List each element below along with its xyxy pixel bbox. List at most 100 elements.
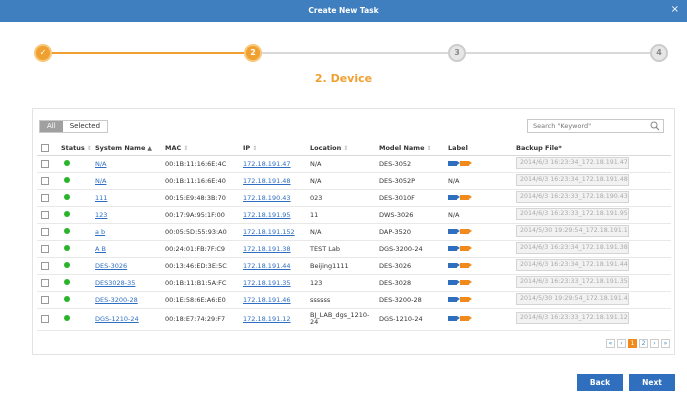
col-mac[interactable]: MAC ⇕: [165, 141, 243, 156]
label-tags[interactable]: [448, 296, 472, 302]
row-checkbox[interactable]: [41, 295, 49, 304]
label-text: N/A: [448, 210, 460, 219]
close-icon[interactable]: ×: [671, 5, 679, 15]
col-label: Label: [448, 141, 516, 156]
label-tags[interactable]: [448, 245, 472, 251]
backup-file-select[interactable]: 2014/6/3 16:23:33_172.18.191.35.cfg: [516, 275, 629, 288]
tab-all[interactable]: All: [40, 121, 63, 132]
row-checkbox[interactable]: [41, 210, 49, 219]
ip-link[interactable]: 172.18.191.152: [243, 228, 295, 236]
ip-link[interactable]: 172.18.191.35: [243, 279, 291, 287]
ip-link[interactable]: 172.18.191.44: [243, 262, 291, 270]
table-row[interactable]: A B 00:24:01:FB:7F:C9 172.18.191.38 TEST…: [37, 240, 671, 258]
row-checkbox[interactable]: [41, 176, 49, 185]
step-2-indicator: 2: [244, 44, 262, 62]
label-tags[interactable]: [448, 279, 472, 285]
mac-cell: 00:17:9A:95:1F:00: [165, 206, 243, 224]
table-row[interactable]: DGS-1210-24 00:18:E7:74:29:F7 172.18.191…: [37, 308, 671, 331]
tab-selected[interactable]: Selected: [62, 121, 108, 132]
system-name-link[interactable]: 123: [95, 211, 107, 219]
row-checkbox[interactable]: [41, 244, 49, 253]
search-icon[interactable]: [650, 121, 660, 131]
orange-tag-icon: [460, 194, 472, 200]
model-cell: DES-3010F: [379, 189, 448, 207]
table-row[interactable]: DES-3200-28 00:1E:58:6E:A6:E0 172.18.191…: [37, 291, 671, 309]
last-page-button[interactable]: »: [661, 339, 670, 348]
next-button[interactable]: Next: [629, 374, 675, 391]
table-row[interactable]: a b 00:05:5D:55:93:A0 172.18.191.152 N/A…: [37, 223, 671, 241]
backup-file-select[interactable]: 2014/5/30 19:29:54_172.18.191.152.cfg: [516, 224, 629, 237]
system-name-link[interactable]: A B: [95, 245, 106, 253]
row-checkbox[interactable]: [41, 315, 49, 323]
col-status[interactable]: Status ⇕: [61, 141, 95, 156]
backup-file-select[interactable]: 2014/6/3 16:23:33_172.18.191.12.cfg: [516, 312, 629, 324]
label-tags[interactable]: [448, 194, 472, 200]
system-name-link[interactable]: N/A: [95, 160, 107, 168]
backup-file-select[interactable]: 2014/6/3 16:23:34_172.18.191.44.cfg: [516, 258, 629, 271]
ip-link[interactable]: 172.18.190.43: [243, 194, 291, 202]
model-cell: DES-3052P: [379, 172, 448, 190]
mac-cell: 00:24:01:FB:7F:C9: [165, 240, 243, 258]
location-cell: TEST Lab: [310, 244, 340, 253]
row-checkbox[interactable]: [41, 227, 49, 236]
page-1-button[interactable]: 1: [628, 339, 637, 348]
table-row[interactable]: 111 00:15:E9:48:3B:70 172.18.190.43 023 …: [37, 189, 671, 207]
backup-file-select[interactable]: 2014/6/3 16:23:34_172.18.191.47.cfg: [516, 156, 629, 169]
row-checkbox[interactable]: [41, 278, 49, 287]
table-header-row: Status ⇕ System Name ▲ MAC ⇕ IP ⇕ Location ⇕ …: [37, 141, 671, 156]
system-name-link[interactable]: 111: [95, 194, 107, 202]
table-row[interactable]: 123 00:17:9A:95:1F:00 172.18.191.95 11 D…: [37, 206, 671, 224]
col-backup-file: Backup File*: [516, 141, 671, 156]
label-text: N/A: [448, 176, 460, 185]
step-4-indicator: 4: [650, 44, 668, 62]
backup-file-select[interactable]: 2014/5/30 19:29:54_172.18.191.46.cfg: [516, 292, 629, 305]
status-online-icon: [64, 315, 70, 321]
status-online-icon: [64, 210, 70, 217]
system-name-link[interactable]: DGS-1210-24: [95, 315, 139, 323]
ip-link[interactable]: 172.18.191.47: [243, 160, 291, 168]
system-name-link[interactable]: a b: [95, 228, 105, 236]
backup-file-select[interactable]: 2014/6/3 16:23:33_172.18.190.43.cfg: [516, 190, 629, 203]
ip-link[interactable]: 172.18.191.46: [243, 296, 291, 304]
ip-link[interactable]: 172.18.191.95: [243, 211, 291, 219]
ip-link[interactable]: 172.18.191.38: [243, 245, 291, 253]
col-ip[interactable]: IP ⇕: [243, 141, 310, 156]
table-row[interactable]: N/A 00:1B:11:16:6E:4C 172.18.191.47 N/A …: [37, 155, 671, 173]
backup-file-select[interactable]: 2014/6/3 16:23:34_172.18.191.48.cfg: [516, 173, 629, 186]
model-cell: DAP-3520: [379, 223, 448, 241]
table-row[interactable]: N/A 00:1B:11:16:6E:40 172.18.191.48 N/A …: [37, 172, 671, 190]
prev-page-button[interactable]: ‹: [617, 339, 626, 348]
page-2-button[interactable]: 2: [639, 339, 648, 348]
label-tags[interactable]: [448, 316, 472, 321]
next-page-button[interactable]: ›: [650, 339, 659, 348]
step-connector-3: [464, 52, 650, 54]
model-cell: DGS-1210-24: [379, 308, 448, 331]
label-tags[interactable]: [448, 228, 472, 234]
blue-tag-icon: [448, 194, 460, 200]
label-tags[interactable]: [448, 262, 472, 268]
search-input[interactable]: [528, 120, 646, 132]
col-location[interactable]: Location ⇕: [310, 141, 379, 156]
system-name-link[interactable]: DES-3200-28: [95, 296, 138, 304]
model-cell: DWS-3026: [379, 206, 448, 224]
backup-file-select[interactable]: 2014/6/3 16:23:34_172.18.191.38.cfg: [516, 241, 629, 254]
label-tags[interactable]: [448, 160, 472, 166]
ip-link[interactable]: 172.18.191.12: [243, 315, 291, 323]
table-row[interactable]: DES-3026 00:13:46:ED:3E:5C 172.18.191.44…: [37, 257, 671, 275]
first-page-button[interactable]: «: [606, 339, 615, 348]
system-name-link[interactable]: N/A: [95, 177, 107, 185]
col-model-name[interactable]: Model Name ⇕: [379, 141, 448, 156]
col-system-name[interactable]: System Name ▲: [95, 141, 165, 156]
row-checkbox[interactable]: [41, 261, 49, 270]
system-name-link[interactable]: DES-3026: [95, 262, 127, 270]
blue-tag-icon: [448, 262, 460, 268]
select-all-checkbox[interactable]: [41, 143, 49, 152]
ip-link[interactable]: 172.18.191.48: [243, 177, 291, 185]
system-name-link[interactable]: DES3028-35: [95, 279, 135, 287]
back-button[interactable]: Back: [577, 374, 623, 391]
table-row[interactable]: DES3028-35 00:1B:11:B1:5A:FC 172.18.191.…: [37, 274, 671, 292]
row-checkbox[interactable]: [41, 193, 49, 202]
backup-file-select[interactable]: 2014/6/3 16:23:33_172.18.191.95.cfg: [516, 207, 629, 220]
status-online-icon: [64, 295, 70, 302]
row-checkbox[interactable]: [41, 159, 49, 168]
